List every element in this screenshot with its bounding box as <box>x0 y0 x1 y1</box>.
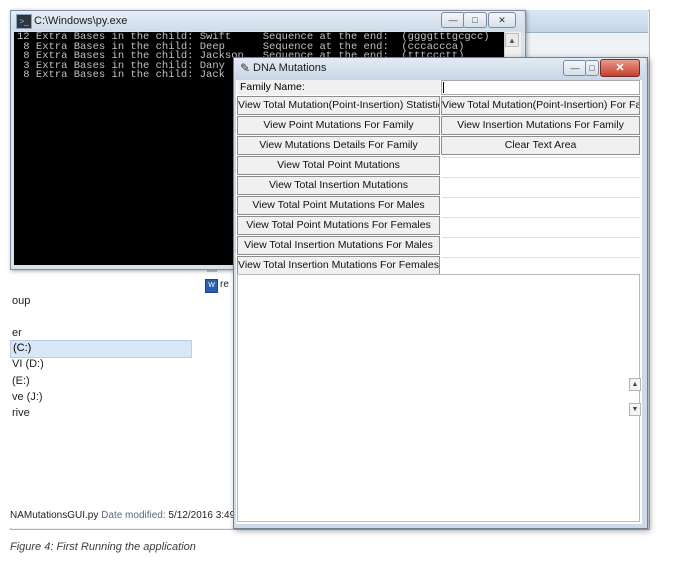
word-file-icon[interactable]: W <box>205 279 218 293</box>
point-females-output <box>442 217 640 234</box>
nav-item-drive-c-label: (C:) <box>13 342 32 354</box>
dna-minimize-button[interactable]: — <box>563 60 587 76</box>
console-minimize-button[interactable]: — <box>441 12 465 28</box>
scroll-up-icon[interactable]: ▲ <box>629 378 641 391</box>
python-icon: >_ <box>16 14 32 29</box>
status-date-value: 5/12/2016 3:49 P <box>168 510 236 521</box>
view-insertion-for-family-button[interactable]: View Insertion Mutations For Family <box>441 116 640 135</box>
figure-caption: Figure 4: First Running the application <box>10 541 196 553</box>
scroll-up-icon[interactable]: ▲ <box>505 33 519 47</box>
nav-item-drive-j[interactable]: ve (J:) <box>12 391 43 403</box>
insertion-females-output <box>442 257 640 274</box>
family-name-label: Family Name: <box>237 80 440 95</box>
nav-item-drive-e[interactable]: (E:) <box>12 375 30 387</box>
view-total-for-family-button[interactable]: View Total Mutation(Point-Insertion) For… <box>441 96 640 115</box>
view-point-males-button[interactable]: View Total Point Mutations For Males <box>237 196 440 215</box>
total-insertion-output <box>442 177 640 194</box>
console-title: C:\Windows\py.exe <box>34 15 128 27</box>
nav-item-group[interactable]: oup <box>12 295 30 307</box>
family-name-input[interactable] <box>441 80 640 95</box>
dna-maximize-button[interactable]: □ <box>585 60 599 76</box>
insertion-males-output <box>442 237 640 254</box>
explorer-title-strip <box>525 10 648 33</box>
explorer-nav-pane: oup er (E:) ve (J:) rive <box>10 262 194 528</box>
file-name[interactable]: re <box>220 279 229 290</box>
nav-item-drive[interactable]: rive <box>12 407 30 419</box>
view-point-for-family-button[interactable]: View Point Mutations For Family <box>237 116 440 135</box>
view-point-females-button[interactable]: View Total Point Mutations For Females <box>237 216 440 235</box>
view-total-insertion-button[interactable]: View Total Insertion Mutations <box>237 176 440 195</box>
point-males-output <box>442 197 640 214</box>
dna-window-title: DNA Mutations <box>253 62 327 74</box>
nav-item-computer[interactable]: er <box>12 327 22 339</box>
total-point-output <box>442 157 640 174</box>
view-total-stats-button[interactable]: View Total Mutation(Point-Insertion) Sta… <box>237 96 440 115</box>
dna-close-button[interactable]: ✕ <box>600 59 640 77</box>
console-close-button[interactable]: ✕ <box>488 12 516 28</box>
explorer-file-pane <box>193 262 236 528</box>
scroll-down-icon[interactable]: ▼ <box>629 403 641 416</box>
view-insertion-males-button[interactable]: View Total Insertion Mutations For Males <box>237 236 440 255</box>
tk-feather-icon: ✎ <box>240 61 251 75</box>
console-maximize-button[interactable]: □ <box>463 12 487 28</box>
status-file-name: NAMutationsGUI.py <box>10 510 99 521</box>
explorer-status-bar: NAMutationsGUI.py Date modified: 5/12/20… <box>10 510 236 528</box>
nav-item-drive-c[interactable]: (C:) <box>10 340 192 358</box>
text-cursor <box>443 82 444 93</box>
nav-item-drive-d[interactable]: VI (D:) <box>12 358 44 370</box>
clear-text-area-button[interactable]: Clear Text Area <box>441 136 640 155</box>
view-total-point-button[interactable]: View Total Point Mutations <box>237 156 440 175</box>
view-insertion-females-button[interactable]: View Total Insertion Mutations For Femal… <box>237 256 440 275</box>
output-text-area[interactable] <box>237 274 640 522</box>
status-date-label: Date modified: <box>101 510 166 521</box>
view-details-for-family-button[interactable]: View Mutations Details For Family <box>237 136 440 155</box>
